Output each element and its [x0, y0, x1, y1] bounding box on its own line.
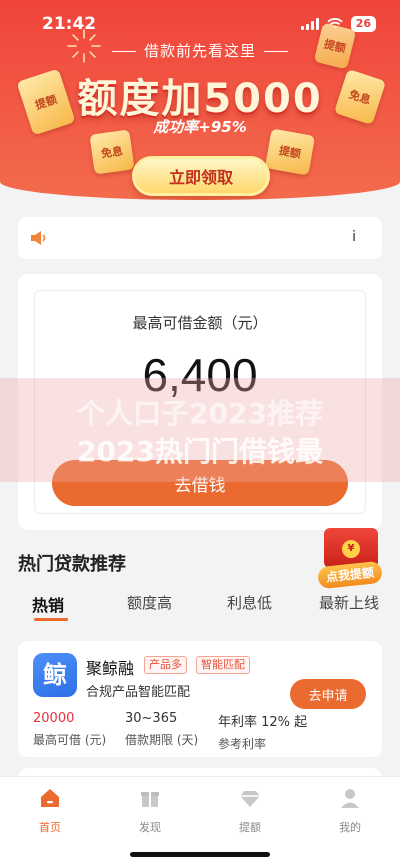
home-indicator [130, 852, 270, 857]
product-desc: 合规产品智能匹配 [86, 685, 191, 700]
tab-high-limit[interactable]: 额度高 [127, 592, 172, 613]
nav-home[interactable]: 首页 [20, 787, 80, 835]
signal-icon [300, 18, 319, 30]
stat-value: 年利率 12% 起 [218, 715, 308, 730]
notice-bar[interactable]: ⅰ [18, 217, 382, 259]
tab-newest[interactable]: 最新上线 [319, 592, 379, 613]
product-tag: 智能匹配 [196, 656, 250, 674]
tab-low-interest[interactable]: 利息低 [227, 592, 272, 613]
speaker-icon [31, 231, 46, 245]
ticket-decoration: 免息 [89, 129, 135, 175]
gift-icon [141, 792, 159, 807]
nav-mine[interactable]: 我的 [320, 787, 380, 835]
watermark-overlay: 个人口子2023推荐 2023热门门借钱最 [0, 378, 400, 482]
nav-raise-limit[interactable]: 提额 [220, 787, 280, 835]
nav-label: 发现 [139, 821, 161, 834]
stat-value: 20000 [33, 711, 75, 726]
nav-label: 我的 [339, 821, 361, 834]
watermark-line-1: 个人口子2023推荐 [77, 397, 323, 430]
tab-underline [34, 618, 68, 621]
section-title: 热门贷款推荐 [18, 554, 126, 575]
stat-label: 最高可借 (元) [33, 733, 107, 747]
user-icon [341, 789, 359, 808]
diamond-icon [240, 791, 260, 807]
nav-label: 首页 [39, 821, 61, 834]
product-tag: 产品多 [144, 656, 187, 674]
battery-icon: 26 [350, 16, 376, 32]
home-icon [41, 789, 59, 807]
ticket-decoration: 提额 [264, 128, 316, 176]
stat-label: 参考利率 [218, 737, 267, 751]
term-stat: 30~365 借款期限 (天) [125, 711, 198, 748]
product-logo: 鲸 [33, 653, 77, 697]
nav-label: 提额 [239, 821, 261, 834]
product-name: 聚鲸融 [86, 659, 135, 678]
nav-discover[interactable]: 发现 [120, 787, 180, 835]
tab-hot[interactable]: 热销 [32, 592, 64, 616]
raise-limit-red-packet[interactable]: ¥ 点我提额 [317, 528, 383, 590]
stat-label: 借款期限 (天) [125, 733, 199, 747]
watermark-line-2: 2023热门门借钱最 [77, 435, 323, 468]
recommend-tabs: 热销 额度高 利息低 最新上线 [0, 592, 400, 621]
rate-stat: 年利率 12% 起 参考利率 [218, 711, 307, 752]
claim-button[interactable]: 立即领取 [132, 156, 270, 196]
apply-button[interactable]: 去申请 [290, 679, 366, 709]
coin-icon: ¥ [342, 540, 360, 558]
product-card[interactable]: 鲸 聚鲸融 产品多 智能匹配 合规产品智能匹配 去申请 20000 最高可借 (… [18, 641, 382, 757]
limit-label: 最高可借金额（元） [132, 314, 268, 332]
max-amount-stat: 20000 最高可借 (元) [33, 711, 106, 748]
stat-value: 30~365 [125, 711, 178, 726]
info-icon[interactable]: ⅰ [352, 229, 356, 245]
promo-banner[interactable]: 21:42 26 借款前先看这里 额度加5000 成功率+95% 提额 免息 提… [0, 0, 400, 200]
